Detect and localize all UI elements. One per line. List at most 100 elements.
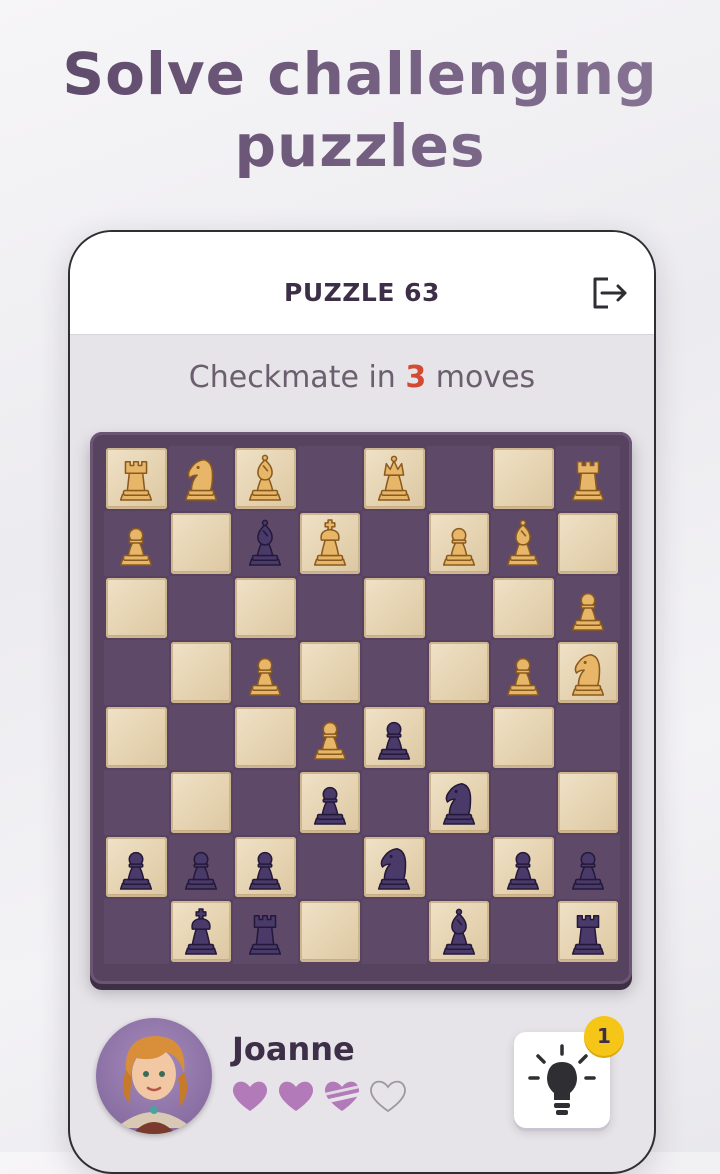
board-square[interactable] xyxy=(364,836,425,898)
board-square[interactable] xyxy=(104,899,169,964)
player-name: Joanne xyxy=(232,1030,355,1068)
board-square[interactable] xyxy=(362,510,427,576)
board-square[interactable] xyxy=(491,510,556,576)
board-square[interactable] xyxy=(364,577,425,639)
board-square[interactable] xyxy=(297,446,362,511)
board-square[interactable] xyxy=(555,446,620,511)
exit-icon xyxy=(593,277,627,309)
board-square[interactable] xyxy=(555,705,620,770)
board-square[interactable] xyxy=(557,771,618,833)
headline-line-2: puzzles xyxy=(234,112,486,180)
board-square[interactable] xyxy=(491,899,556,964)
board-square[interactable] xyxy=(299,901,360,962)
board-square[interactable] xyxy=(428,512,489,574)
board-square[interactable] xyxy=(493,577,554,639)
board-square[interactable] xyxy=(235,707,296,768)
white-king-icon[interactable] xyxy=(307,517,353,569)
board-square[interactable] xyxy=(106,448,167,509)
black-pawn-icon[interactable] xyxy=(371,711,417,763)
board-square[interactable] xyxy=(426,575,491,641)
board-square[interactable] xyxy=(493,836,554,898)
objective-prefix: Checkmate in xyxy=(188,360,406,395)
board-square[interactable] xyxy=(493,448,554,509)
board-square[interactable] xyxy=(170,642,231,703)
black-bishop-icon[interactable] xyxy=(242,517,288,569)
heart-full-icon xyxy=(276,1078,316,1114)
board-square[interactable] xyxy=(235,577,296,639)
board-square[interactable] xyxy=(235,448,296,509)
black-pawn-icon[interactable] xyxy=(500,841,546,893)
board-square[interactable] xyxy=(104,510,169,576)
black-rook-icon[interactable] xyxy=(242,906,288,958)
board-square[interactable] xyxy=(170,512,231,574)
white-pawn-icon[interactable] xyxy=(113,517,159,569)
board-square[interactable] xyxy=(426,446,491,511)
board-square[interactable] xyxy=(362,640,427,705)
white-pawn-icon[interactable] xyxy=(242,647,288,699)
board-square[interactable] xyxy=(104,640,169,705)
black-bishop-icon[interactable] xyxy=(436,906,482,958)
board-square[interactable] xyxy=(426,834,491,900)
white-knight-icon[interactable] xyxy=(565,647,611,699)
board-square[interactable] xyxy=(364,448,425,509)
board-square[interactable] xyxy=(428,771,489,833)
board-square[interactable] xyxy=(297,834,362,900)
board-square[interactable] xyxy=(233,640,298,705)
board-square[interactable] xyxy=(491,769,556,835)
white-knight-icon[interactable] xyxy=(178,452,224,504)
black-pawn-icon[interactable] xyxy=(242,841,288,893)
board-square[interactable] xyxy=(168,705,233,770)
board-square[interactable] xyxy=(555,834,620,900)
board-square[interactable] xyxy=(106,577,167,639)
white-pawn-icon[interactable] xyxy=(500,647,546,699)
board-square[interactable] xyxy=(233,510,298,576)
exit-button[interactable] xyxy=(590,276,630,310)
black-pawn-icon[interactable] xyxy=(178,841,224,893)
black-king-icon[interactable] xyxy=(178,906,224,958)
board-square[interactable] xyxy=(104,769,169,835)
board-square[interactable] xyxy=(362,899,427,964)
white-bishop-icon[interactable] xyxy=(500,517,546,569)
black-rook-icon[interactable] xyxy=(565,906,611,958)
board-square[interactable] xyxy=(297,575,362,641)
board-square[interactable] xyxy=(299,771,360,833)
board-square[interactable] xyxy=(426,705,491,770)
white-pawn-icon[interactable] xyxy=(436,517,482,569)
black-knight-icon[interactable] xyxy=(371,841,417,893)
lives-hearts xyxy=(230,1078,408,1114)
board-square[interactable] xyxy=(235,836,296,898)
black-pawn-icon[interactable] xyxy=(307,776,353,828)
white-rook-icon[interactable] xyxy=(565,452,611,504)
white-pawn-icon[interactable] xyxy=(307,711,353,763)
white-bishop-icon[interactable] xyxy=(242,452,288,504)
board-square[interactable] xyxy=(106,836,167,898)
board-square[interactable] xyxy=(428,642,489,703)
black-knight-icon[interactable] xyxy=(436,776,482,828)
board-square[interactable] xyxy=(297,705,362,770)
white-queen-icon[interactable] xyxy=(371,452,417,504)
hint-button[interactable]: 1 xyxy=(514,1016,624,1128)
board-square[interactable] xyxy=(428,901,489,962)
board-square[interactable] xyxy=(491,640,556,705)
board-square[interactable] xyxy=(364,707,425,768)
board-square[interactable] xyxy=(170,901,231,962)
board-square[interactable] xyxy=(168,834,233,900)
board-square[interactable] xyxy=(557,642,618,703)
board-square[interactable] xyxy=(168,446,233,511)
black-pawn-icon[interactable] xyxy=(113,841,159,893)
board-square[interactable] xyxy=(233,769,298,835)
board-square[interactable] xyxy=(557,901,618,962)
board-square[interactable] xyxy=(168,575,233,641)
board-square[interactable] xyxy=(555,575,620,641)
board-square[interactable] xyxy=(299,642,360,703)
white-pawn-icon[interactable] xyxy=(565,582,611,634)
board-square[interactable] xyxy=(170,771,231,833)
board-square[interactable] xyxy=(362,769,427,835)
board-square[interactable] xyxy=(557,512,618,574)
black-pawn-icon[interactable] xyxy=(565,841,611,893)
board-square[interactable] xyxy=(233,899,298,964)
white-rook-icon[interactable] xyxy=(113,452,159,504)
board-square[interactable] xyxy=(106,707,167,768)
board-square[interactable] xyxy=(299,512,360,574)
board-square[interactable] xyxy=(493,707,554,768)
